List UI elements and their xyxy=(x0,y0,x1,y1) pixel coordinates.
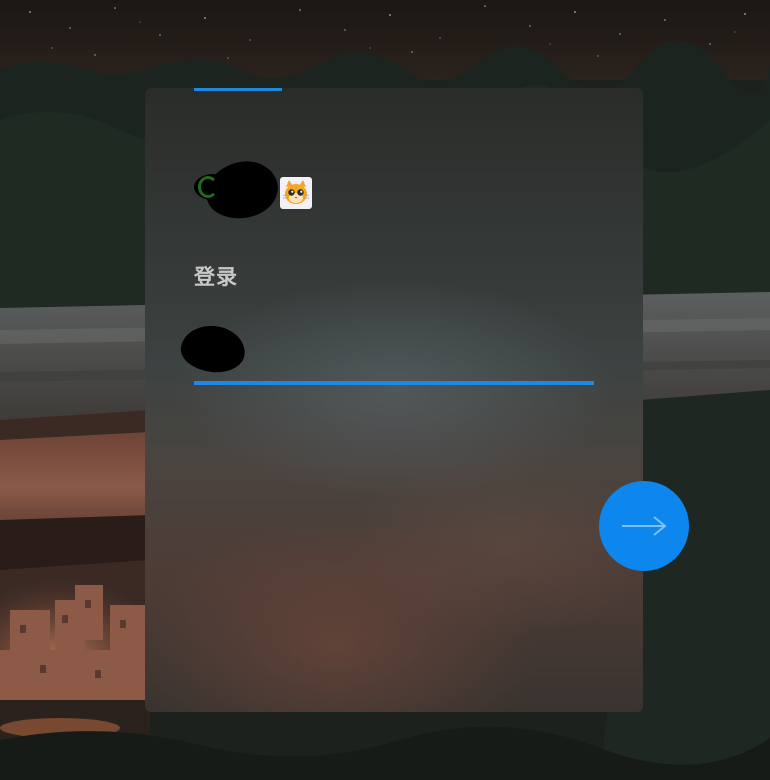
brand-logo xyxy=(194,157,324,223)
username-input[interactable] xyxy=(194,337,594,377)
cat-face-icon xyxy=(280,177,312,209)
username-field-wrapper xyxy=(178,322,594,385)
brand-ring-mark xyxy=(198,176,218,198)
card-top-accent xyxy=(194,88,282,91)
arrow-right-icon xyxy=(620,516,668,536)
next-button[interactable] xyxy=(599,481,689,571)
login-card: 登录 xyxy=(145,88,643,712)
input-underline xyxy=(194,381,594,385)
login-title: 登录 xyxy=(194,266,238,289)
